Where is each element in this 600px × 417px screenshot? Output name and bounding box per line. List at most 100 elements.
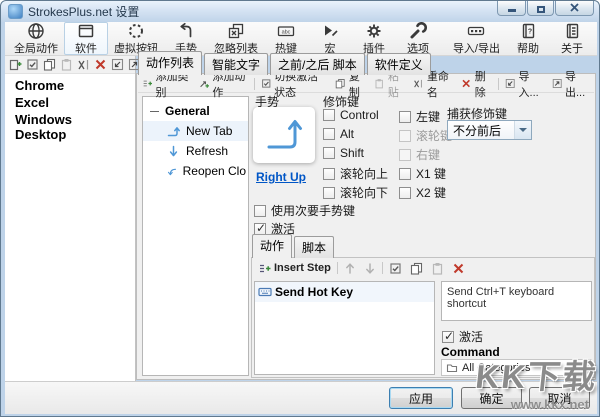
- action-tree: General New Tab Refresh Reopen Clo: [142, 96, 249, 376]
- tab-before-after-script[interactable]: 之前/之后 脚本: [270, 53, 365, 75]
- maximize-button[interactable]: [527, 1, 554, 16]
- delete-action-button[interactable]: 删除: [457, 71, 496, 99]
- toolbar-label: 全局动作: [14, 42, 58, 55]
- checkbox-box: [399, 110, 411, 123]
- paste-app-button[interactable]: [59, 58, 74, 72]
- tree-item-new-tab[interactable]: New Tab: [143, 121, 248, 141]
- secondary-gesture-checkbox[interactable]: 使用次要手势键: [254, 202, 355, 219]
- toolbar-ignore-list-button[interactable]: 忽略列表: [208, 22, 264, 55]
- copy-app-button[interactable]: [42, 58, 57, 72]
- copy-action-button[interactable]: 复制: [331, 71, 370, 99]
- modifier-shift-checkbox[interactable]: Shift: [323, 146, 364, 160]
- close-icon: [570, 3, 579, 12]
- window-controls: [497, 1, 594, 16]
- software-list-item[interactable]: Excel: [5, 94, 135, 111]
- toolbar-global-actions-button[interactable]: 全局动作: [8, 22, 64, 55]
- rename-app-button[interactable]: [76, 58, 91, 72]
- software-list-item[interactable]: Windows Desktop: [5, 111, 135, 143]
- move-step-up-button[interactable]: [340, 260, 360, 276]
- toolbar-label: 关于: [561, 42, 583, 55]
- toolbar-import-export-button[interactable]: 导入/导出: [447, 22, 506, 55]
- ignore-list-icon: [226, 22, 246, 40]
- modifier-alt-checkbox[interactable]: Alt: [323, 127, 354, 141]
- macro-play-pen-icon: [320, 22, 340, 40]
- software-list-item[interactable]: Chrome: [5, 77, 135, 94]
- checkbox-box: [254, 221, 266, 235]
- tree-item-reopen-closed[interactable]: Reopen Clo: [143, 161, 248, 181]
- copy-icon: [410, 262, 422, 275]
- cancel-button[interactable]: 取消: [529, 387, 590, 409]
- toolbar-options-button[interactable]: 选项: [396, 21, 440, 55]
- delete-app-button[interactable]: [93, 58, 108, 72]
- checkbox-box: [399, 129, 411, 142]
- add-action-icon: [200, 81, 209, 88]
- main-tabstrip: 动作列表 智能文字 之前/之后 脚本 软件定义: [138, 51, 433, 75]
- add-category-button[interactable]: 添加类别: [138, 71, 195, 99]
- copy-step-button[interactable]: [406, 260, 427, 276]
- modifier-right-button-checkbox: 右键: [399, 146, 440, 163]
- close-button[interactable]: [555, 1, 594, 16]
- export-actions-button[interactable]: 导出...: [548, 71, 594, 99]
- copy-icon: [336, 79, 346, 89]
- tree-category-general[interactable]: General: [143, 102, 248, 121]
- import-actions-button[interactable]: 导入...: [501, 71, 547, 99]
- checkbox-box: [323, 128, 335, 140]
- tab-app-definition[interactable]: 软件定义: [366, 53, 431, 75]
- apply-button[interactable]: 应用: [389, 387, 453, 409]
- toolbar-separator: [336, 262, 338, 274]
- modifier-x2-checkbox[interactable]: X2 键: [399, 184, 446, 201]
- toggle-active-button[interactable]: 切换激活状态: [257, 71, 332, 99]
- gesture-name-link[interactable]: Right Up: [256, 170, 306, 184]
- gesture-arrow-icon: [176, 22, 196, 40]
- checkbox-box: [442, 329, 454, 343]
- up-arrow-icon: [345, 262, 354, 274]
- toolbar-about-button[interactable]: 关于: [550, 22, 594, 55]
- step-description-field[interactable]: Send Ctrl+T keyboard shortcut: [441, 281, 592, 321]
- toolbar-help-button[interactable]: ? 帮助: [506, 22, 550, 55]
- tab-action-list[interactable]: 动作列表: [138, 51, 203, 75]
- paste-step-button[interactable]: [427, 260, 448, 276]
- command-category-dropdown[interactable]: All Categories: [441, 359, 592, 376]
- gear-icon: [364, 22, 384, 40]
- insert-step-button[interactable]: Insert Step: [254, 260, 335, 276]
- add-action-button[interactable]: 添加动作: [195, 71, 252, 99]
- toolbar-macros-button[interactable]: 宏: [308, 22, 352, 55]
- toolbar-plugins-button[interactable]: 插件: [352, 22, 396, 55]
- collapse-icon[interactable]: [150, 107, 159, 116]
- rename-icon: [414, 79, 423, 88]
- modifier-x1-checkbox[interactable]: X1 键: [399, 165, 446, 182]
- toolbar-hotkeys-button[interactable]: abc 热键: [264, 22, 308, 55]
- tab-script[interactable]: 脚本: [294, 236, 335, 258]
- app-icon: [8, 4, 23, 19]
- command-category-value: All Categories: [462, 361, 531, 374]
- paste-action-button[interactable]: 粘贴: [370, 71, 409, 99]
- checkbox-box: [323, 109, 335, 121]
- delete-step-button[interactable]: [448, 260, 469, 276]
- toggle-step-active-button[interactable]: [385, 260, 406, 276]
- capture-modifiers-dropdown[interactable]: 不分前后: [447, 120, 532, 140]
- modifier-wheel-up-checkbox[interactable]: 滚轮向上: [323, 165, 388, 182]
- gesture-left-down-icon: [167, 168, 177, 175]
- import-apps-button[interactable]: [110, 58, 125, 72]
- export-icon: [552, 79, 562, 88]
- toggle-app-active-button[interactable]: [25, 58, 40, 72]
- step-row-send-hot-key[interactable]: Send Hot Key: [255, 282, 434, 302]
- step-active-checkbox[interactable]: 激活: [442, 328, 483, 345]
- modifier-left-button-checkbox[interactable]: 左键: [399, 108, 440, 125]
- add-app-button[interactable]: [8, 58, 23, 72]
- tree-item-refresh[interactable]: Refresh: [143, 141, 248, 161]
- ok-button[interactable]: 确定: [461, 387, 522, 409]
- move-step-down-button[interactable]: [360, 260, 380, 276]
- import-icon: [505, 79, 515, 88]
- main-toolbar: 全局动作 软件 虚拟按钮 手势 忽略列表 abc 热键 宏 插件 选项 导入/导…: [5, 21, 597, 56]
- rename-action-button[interactable]: 重命名: [409, 71, 457, 99]
- tab-action[interactable]: 动作: [252, 234, 293, 258]
- toolbar-apps-button[interactable]: 软件: [64, 22, 108, 55]
- modifier-control-checkbox[interactable]: Control: [323, 108, 379, 122]
- toolbar-separator: [498, 77, 500, 90]
- paste-icon: [375, 79, 384, 89]
- modifier-wheel-down-checkbox[interactable]: 滚轮向下: [323, 184, 388, 201]
- minimize-button[interactable]: [497, 1, 526, 16]
- tab-smart-text[interactable]: 智能文字: [204, 53, 269, 75]
- globe-icon: [26, 22, 46, 40]
